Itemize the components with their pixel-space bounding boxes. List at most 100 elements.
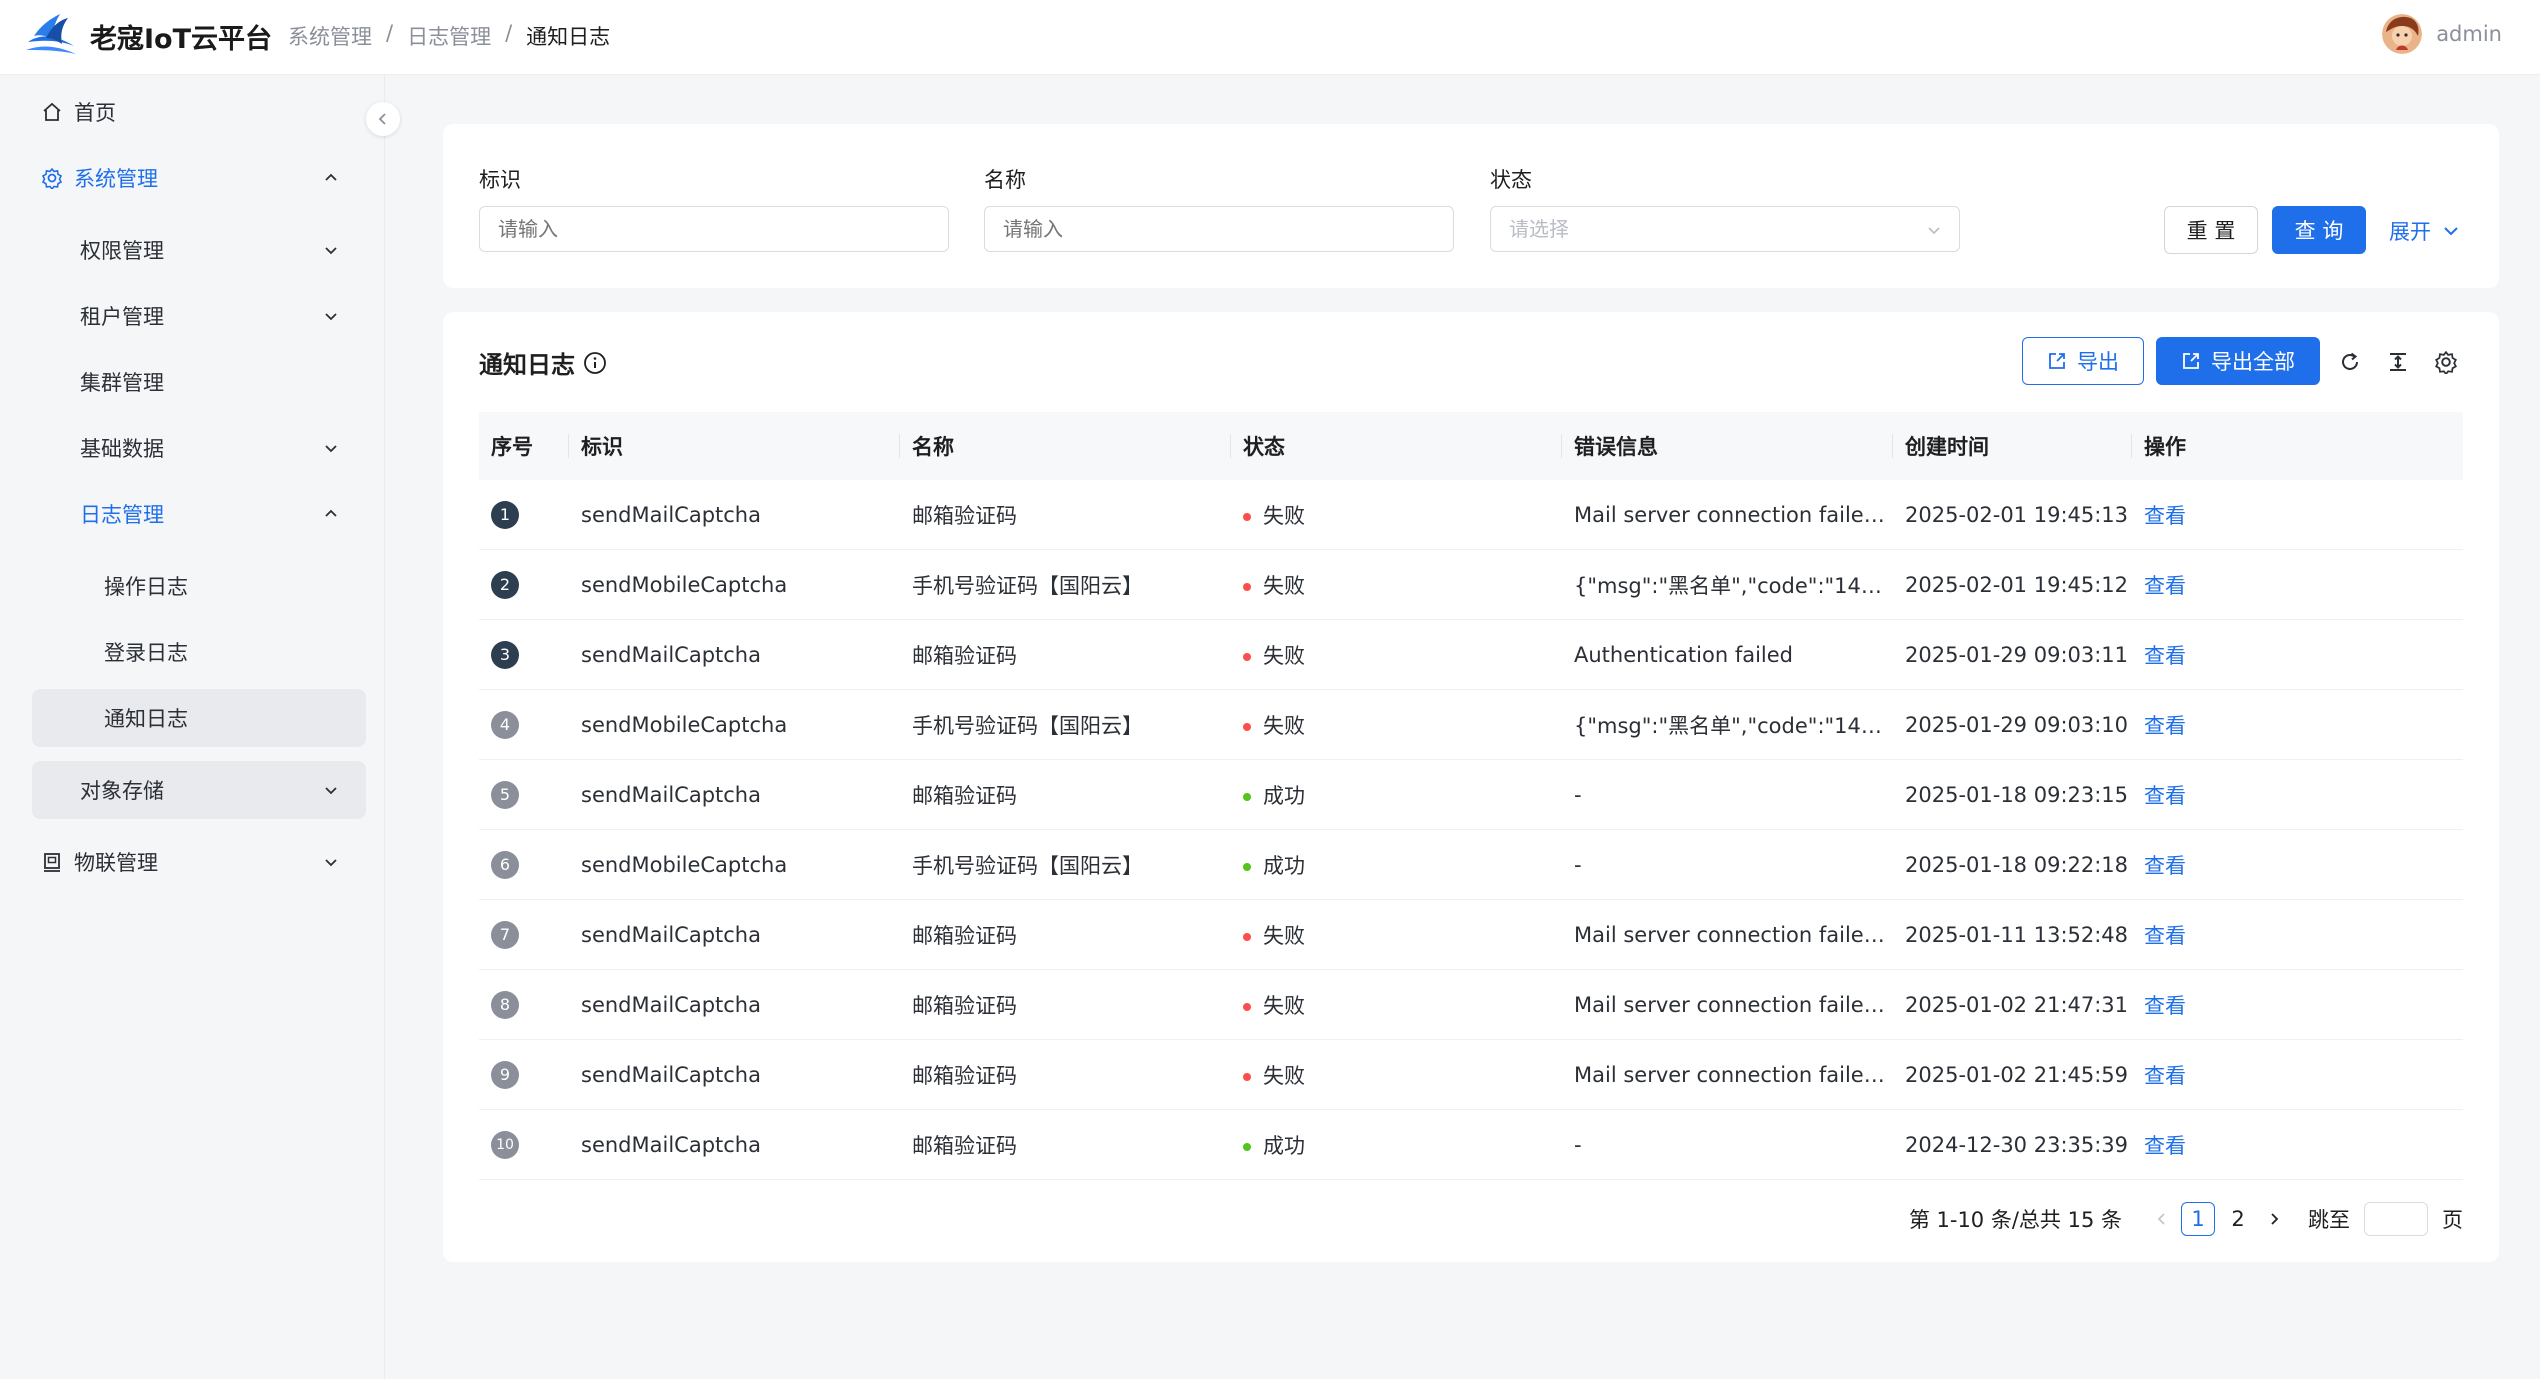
cell-name: 邮箱验证码	[900, 969, 1231, 1040]
status-dot	[1243, 652, 1251, 661]
view-link[interactable]: 查看	[2144, 1134, 2186, 1158]
row-index-badge: 10	[491, 1131, 519, 1159]
sidebar-item-iot[interactable]: 物联管理	[32, 833, 366, 891]
page-number-2[interactable]: 2	[2221, 1202, 2255, 1236]
table-row: 1 sendMailCaptcha 邮箱验证码 失败 Mail server c…	[479, 480, 2463, 550]
status-dot	[1243, 1142, 1251, 1151]
view-link[interactable]: 查看	[2144, 994, 2186, 1018]
row-index-badge: 7	[491, 920, 519, 949]
table-row: 5 sendMailCaptcha 邮箱验证码 成功 - 2025-01-18 …	[479, 759, 2463, 830]
cell-name: 邮箱验证码	[900, 899, 1231, 970]
cell-error: {"msg":"黑名单","code":"1404"}	[1562, 549, 1893, 620]
cell-time: 2025-01-29 09:03:10	[1893, 689, 2132, 760]
table-title-text: 通知日志	[479, 351, 575, 379]
user-menu[interactable]: admin	[2382, 14, 2502, 54]
column-header-created-time: 创建时间	[1893, 412, 2132, 480]
prev-page-button[interactable]	[2146, 1201, 2178, 1237]
cell-time: 2025-01-02 21:47:31	[1893, 969, 2132, 1040]
cell-status: 成功	[1231, 759, 1562, 830]
table-header-row: 序号 标识 名称 状态 错误信息 创建时间 操作	[479, 412, 2463, 480]
page-jump-input[interactable]	[2364, 1202, 2428, 1236]
column-height-icon[interactable]	[2384, 348, 2412, 376]
chevron-left-icon	[2157, 1213, 2165, 1225]
view-link[interactable]: 查看	[2144, 854, 2186, 878]
logo-icon[interactable]	[24, 12, 78, 58]
sidebar-item-notice-log[interactable]: 通知日志	[32, 689, 366, 747]
view-link[interactable]: 查看	[2144, 784, 2186, 808]
cell-key: sendMailCaptcha	[569, 969, 900, 1040]
view-link[interactable]: 查看	[2144, 714, 2186, 738]
view-link[interactable]: 查看	[2144, 644, 2186, 668]
view-link[interactable]: 查看	[2144, 574, 2186, 598]
sidebar-item-login-log[interactable]: 登录日志	[32, 623, 366, 681]
reset-button[interactable]: 重 置	[2164, 206, 2258, 254]
view-link[interactable]: 查看	[2144, 504, 2186, 528]
chevron-up-icon	[325, 509, 337, 517]
chevron-down-icon	[1928, 227, 1940, 235]
cell-time: 2025-02-01 19:45:12	[1893, 549, 2132, 620]
view-link[interactable]: 查看	[2144, 1064, 2186, 1088]
page-number-1[interactable]: 1	[2181, 1202, 2215, 1236]
status-dot	[1243, 1072, 1251, 1081]
query-button[interactable]: 查 询	[2272, 206, 2366, 254]
cell-status: 失败	[1231, 689, 1562, 760]
column-header-key: 标识	[569, 412, 900, 480]
username[interactable]: admin	[2436, 22, 2502, 46]
breadcrumb-separator: /	[505, 21, 513, 45]
status-dot	[1243, 1002, 1251, 1011]
cell-time: 2025-01-02 21:45:59	[1893, 1039, 2132, 1110]
field-label-status: 状态	[1490, 168, 1532, 192]
expand-label: 展开	[2389, 220, 2431, 244]
breadcrumb-item-logs[interactable]: 日志管理	[407, 21, 491, 51]
breadcrumb-item-system[interactable]: 系统管理	[288, 21, 372, 51]
notice-log-table: 序号 标识 名称 状态 错误信息 创建时间 操作 1 sendMailCaptc…	[479, 412, 2463, 1180]
sidebar-item-cluster[interactable]: 集群管理	[32, 353, 366, 411]
jump-label: 跳至	[2308, 1208, 2350, 1232]
sidebar-item-system[interactable]: 系统管理	[32, 149, 366, 207]
status-dot	[1243, 722, 1251, 731]
sidebar-item-home[interactable]: 首页	[32, 83, 366, 141]
next-page-button[interactable]	[2258, 1201, 2290, 1237]
status-select[interactable]: 请选择	[1490, 206, 1960, 252]
page-jumper: 跳至 页	[2308, 1202, 2463, 1236]
field-label-key: 标识	[479, 168, 521, 192]
export-label: 导出	[2077, 350, 2119, 374]
export-all-button[interactable]: 导出全部	[2156, 337, 2320, 385]
chevron-down-icon	[325, 247, 337, 255]
sidebar-item-object-storage[interactable]: 对象存储	[32, 761, 366, 819]
cell-status: 成功	[1231, 1109, 1562, 1180]
cell-status: 失败	[1231, 549, 1562, 620]
name-input[interactable]	[984, 206, 1454, 252]
cell-error: Mail server connection failed. F...	[1562, 480, 1893, 550]
cell-status: 失败	[1231, 480, 1562, 550]
settings-gear-icon[interactable]	[2432, 348, 2460, 376]
column-header-name: 名称	[900, 412, 1231, 480]
sidebar-item-permissions[interactable]: 权限管理	[32, 221, 366, 279]
cell-error: Mail server connection failed. F...	[1562, 1039, 1893, 1110]
top-header: 老寇IoT云平台 系统管理 / 日志管理 / 通知日志 admin	[0, 0, 2540, 75]
sidebar-item-logs[interactable]: 日志管理	[32, 485, 366, 543]
export-button[interactable]: 导出	[2022, 337, 2144, 385]
info-icon[interactable]	[583, 351, 607, 375]
pagination: 第 1-10 条/总共 15 条 1 2 跳至 页	[1909, 1200, 2463, 1238]
sidebar-item-label: 日志管理	[80, 503, 164, 527]
view-link[interactable]: 查看	[2144, 924, 2186, 948]
sidebar-item-label: 租户管理	[80, 305, 164, 329]
cell-time: 2025-02-01 19:45:13	[1893, 480, 2132, 550]
sidebar-item-operation-log[interactable]: 操作日志	[32, 557, 366, 615]
sidebar-item-label: 通知日志	[104, 707, 188, 731]
sidebar-item-basic-data[interactable]: 基础数据	[32, 419, 366, 477]
sidebar-item-tenants[interactable]: 租户管理	[32, 287, 366, 345]
expand-toggle[interactable]: 展开	[2389, 216, 2461, 246]
cell-time: 2025-01-11 13:52:48	[1893, 899, 2132, 970]
table-row: 9 sendMailCaptcha 邮箱验证码 失败 Mail server c…	[479, 1039, 2463, 1110]
key-input[interactable]	[479, 206, 949, 252]
refresh-icon[interactable]	[2336, 348, 2364, 376]
chevron-up-icon	[325, 173, 337, 181]
sidebar-collapse-button[interactable]	[366, 102, 400, 136]
cell-name: 邮箱验证码	[900, 1039, 1231, 1110]
avatar[interactable]	[2382, 14, 2423, 54]
cell-time: 2025-01-29 09:03:11	[1893, 619, 2132, 690]
table-row: 10 sendMailCaptcha 邮箱验证码 成功 - 2024-12-30…	[479, 1109, 2463, 1180]
cell-status: 失败	[1231, 969, 1562, 1040]
